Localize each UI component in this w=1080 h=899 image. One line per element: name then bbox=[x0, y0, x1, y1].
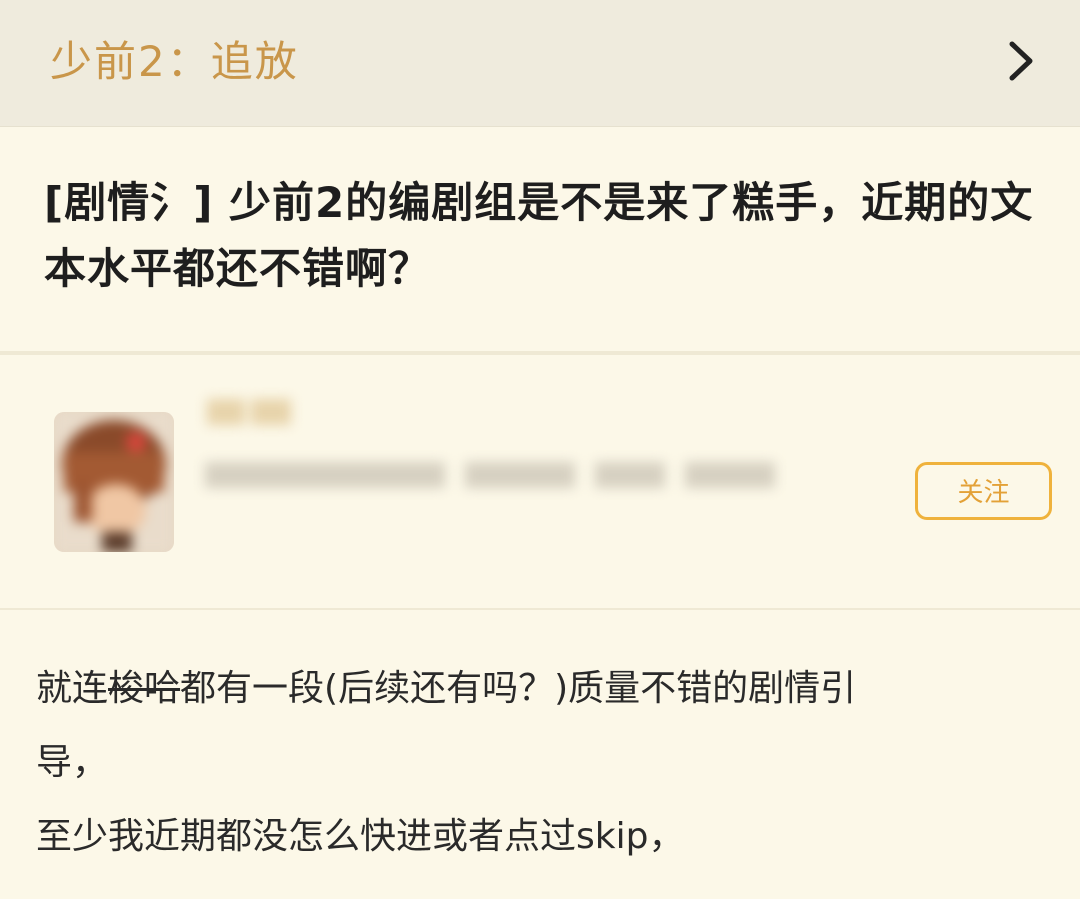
author-meta-redacted bbox=[205, 452, 780, 496]
body-line: 导， bbox=[36, 742, 109, 783]
strikethrough-text: 梭哈 bbox=[108, 668, 181, 709]
post-body: 就连梭哈都有一段(后续还有吗？)质量不错的剧情引 导， 至少我近期都没怎么快进或… bbox=[36, 652, 1036, 874]
body-line: 至少我近期都没怎么快进或者点过skip， bbox=[36, 816, 685, 857]
avatar[interactable] bbox=[54, 412, 174, 552]
divider bbox=[0, 608, 1080, 610]
top-bar: 少前2：追放 bbox=[0, 0, 1080, 127]
chevron-right-icon[interactable] bbox=[1006, 38, 1036, 84]
forum-title[interactable]: 少前2：追放 bbox=[50, 34, 299, 90]
author-name-redacted[interactable] bbox=[205, 393, 295, 431]
follow-button[interactable]: 关注 bbox=[915, 462, 1052, 520]
post-title: [剧情氵] 少前2的编剧组是不是来了糕手，近期的文本水平都还不错啊？ bbox=[44, 178, 1034, 293]
body-text-segment: 都有一段(后续还有吗？)质量不错的剧情引 bbox=[180, 668, 857, 709]
body-line: 就连梭哈都有一段(后续还有吗？)质量不错的剧情引 bbox=[36, 652, 1036, 726]
body-text-segment: 就连 bbox=[36, 668, 109, 709]
divider bbox=[0, 351, 1080, 355]
